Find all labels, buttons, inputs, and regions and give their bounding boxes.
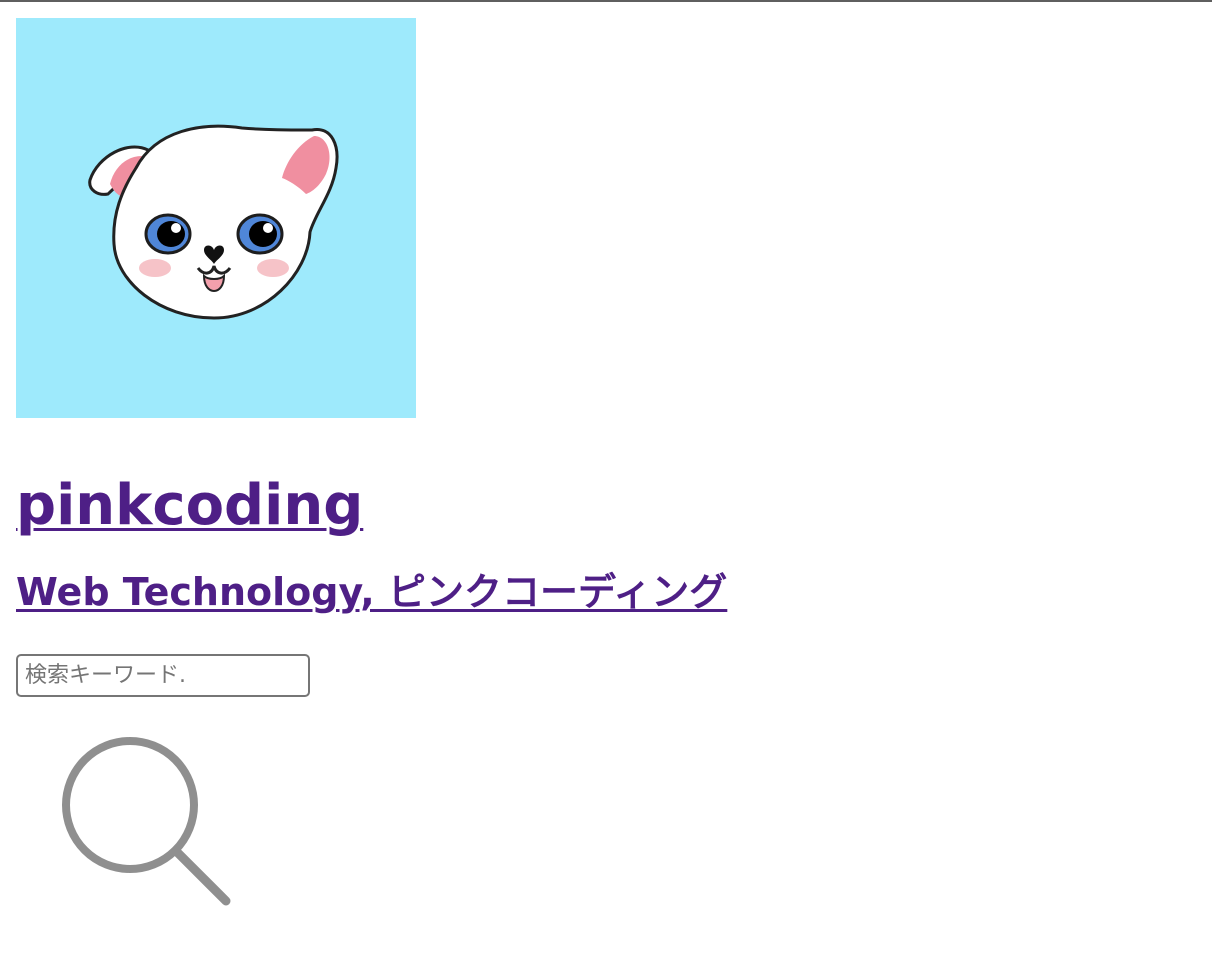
- site-header: pinkcoding Web Technology, ピンクコーディング: [16, 18, 1196, 911]
- site-description: Web Technology, ピンクコーディング: [16, 568, 1196, 616]
- search-input[interactable]: [16, 654, 310, 697]
- search-icon: [62, 737, 231, 906]
- site-title: pinkcoding: [16, 474, 1196, 538]
- site-logo-link[interactable]: [16, 18, 416, 418]
- site-title-link[interactable]: pinkcoding: [16, 473, 363, 538]
- site-description-link[interactable]: Web Technology, ピンクコーディング: [16, 570, 727, 614]
- top-divider: [0, 0, 1212, 2]
- search-button[interactable]: [60, 735, 236, 911]
- cat-face-icon: [88, 124, 339, 320]
